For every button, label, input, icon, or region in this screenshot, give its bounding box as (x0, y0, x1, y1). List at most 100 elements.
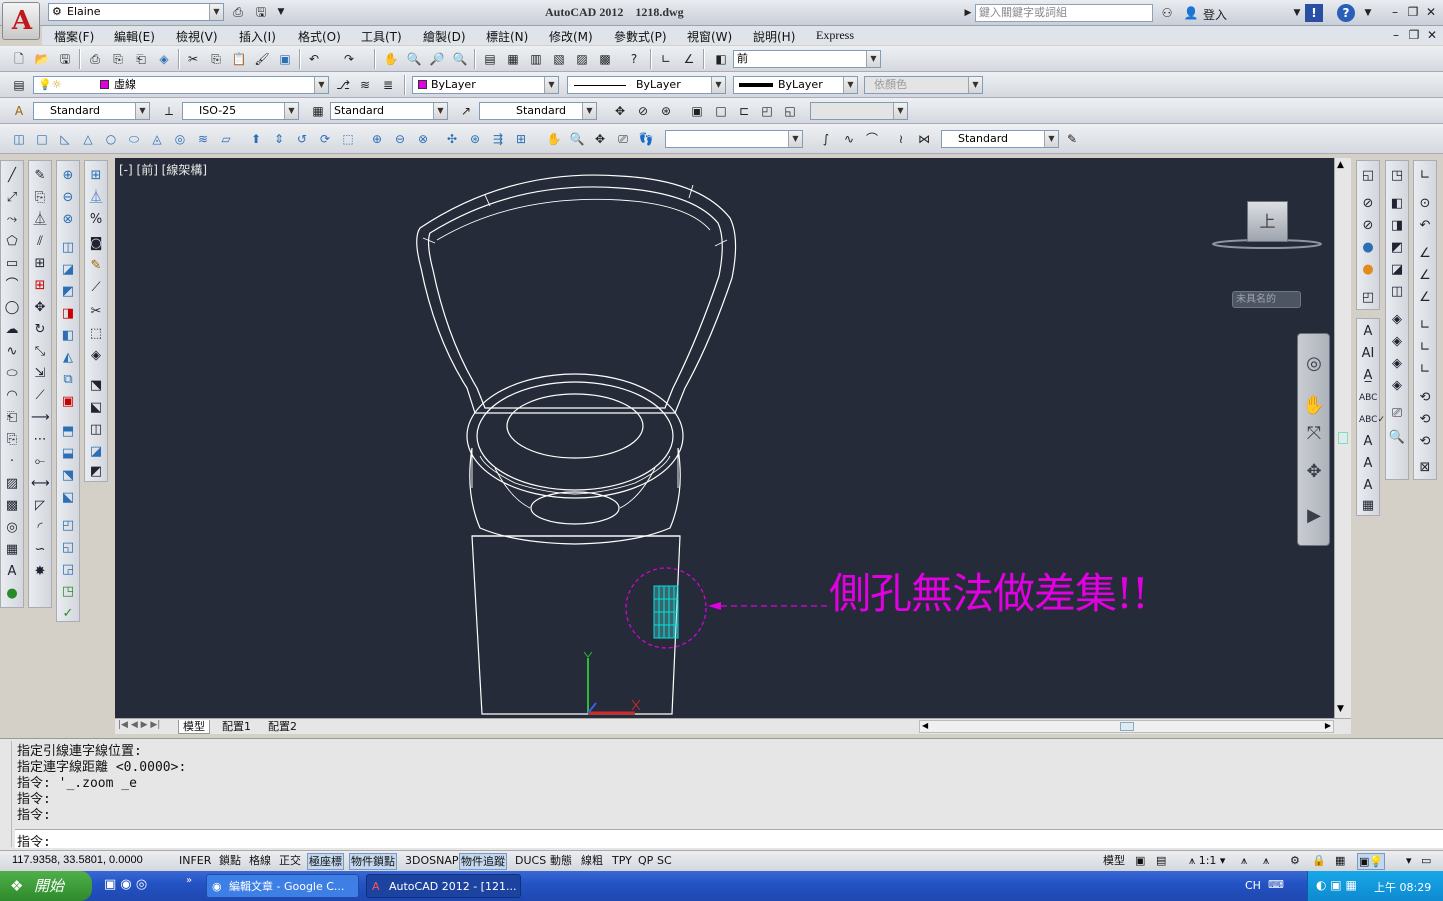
taper-faces-icon[interactable]: ◭ (59, 349, 77, 367)
toggle-snap[interactable]: 鎖點 (218, 853, 242, 870)
toggle-sc[interactable]: SC (656, 853, 673, 870)
extrude-icon[interactable]: ⬆ (247, 130, 265, 148)
solid-history-icon[interactable]: ⬚ (87, 325, 105, 343)
toggle-qp[interactable]: QP (637, 853, 654, 870)
language-indicator[interactable]: CH (1245, 879, 1261, 892)
walk-icon[interactable]: 👣 (637, 130, 655, 148)
extrude-faces-icon[interactable]: ◫ (59, 239, 77, 257)
explode-icon[interactable]: ✸ (31, 563, 49, 581)
copy-icon[interactable]: ⎘ (207, 50, 225, 68)
design-center-icon[interactable]: ▦ (504, 50, 522, 68)
coordinate-readout[interactable]: 117.9358, 33.5801, 0.0000 (12, 854, 143, 866)
subtract-icon[interactable]: ⊖ (391, 130, 409, 148)
cut-icon[interactable]: ✂ (184, 50, 202, 68)
search-input[interactable]: 鍵入關鍵字或詞組 (975, 4, 1153, 22)
toggle-infer[interactable]: INFER (178, 853, 212, 870)
rotate-faces-icon[interactable]: ◧ (59, 327, 77, 345)
make-block-icon[interactable]: ⎘ (3, 431, 21, 449)
3d-array-icon[interactable]: ⊞ (512, 130, 530, 148)
table-icon[interactable]: ▦ (3, 541, 21, 559)
pan-icon[interactable]: ✋ (1302, 394, 1326, 418)
orbit-icon[interactable]: ✥ (611, 102, 629, 120)
scroll-right-icon[interactable]: ▶ (1325, 721, 1331, 730)
break-at-point-icon[interactable]: ⋯ (31, 431, 49, 449)
undo-icon[interactable]: ↶ (305, 50, 323, 68)
surface-fillet-icon[interactable]: ◪ (87, 443, 105, 461)
view-front-icon[interactable]: ◪ (1388, 261, 1406, 279)
table-style-icon[interactable]: ▦ (309, 102, 327, 120)
solid-edit-icon[interactable]: ◳ (59, 583, 77, 601)
3d-print-icon[interactable]: ◈ (155, 50, 173, 68)
render-region-icon[interactable]: ◰ (1359, 289, 1377, 307)
make-current-icon[interactable]: ⎇ (334, 76, 352, 94)
continuous-orbit-icon[interactable]: ⊛ (657, 102, 675, 120)
ucs-previous-icon[interactable]: ↶ (1416, 217, 1434, 235)
clean-screen-icon[interactable]: ▭ (1420, 853, 1432, 870)
binoculars-icon[interactable]: ⚇ (1158, 4, 1176, 22)
view-sw-icon[interactable]: ◈ (1388, 311, 1406, 329)
free-orbit-icon[interactable]: ⊘ (634, 102, 652, 120)
view-nw-icon[interactable]: ◈ (1388, 377, 1406, 395)
menu-dimension[interactable]: 標註(N) (486, 28, 528, 45)
menu-parametric[interactable]: 參數式(P) (614, 28, 667, 45)
gradient-icon[interactable]: ▩ (3, 497, 21, 515)
menu-window[interactable]: 視窗(W) (687, 28, 732, 45)
layout-icon[interactable]: ▣ (1134, 853, 1146, 870)
block-editor-icon[interactable]: ▣ (276, 50, 294, 68)
hardware-acceleration-icon[interactable]: ▦ (1334, 853, 1346, 870)
ucs-zaxis-icon[interactable]: ∟ (1416, 339, 1434, 357)
offset-icon[interactable]: ⫽ (31, 233, 49, 251)
lock-icon[interactable]: 🔒 (1311, 853, 1327, 870)
blend-curves-icon[interactable]: ∽ (31, 541, 49, 559)
vertical-scrollbar[interactable]: ▲ ▼ (1334, 158, 1351, 718)
named-view-combo[interactable]: 前 ▼ (733, 50, 881, 68)
polyline-icon[interactable]: ⤳ (3, 211, 21, 229)
menu-help[interactable]: 說明(H) (753, 28, 795, 45)
menu-modify[interactable]: 修改(M) (549, 28, 593, 45)
print-icon[interactable]: ⎙ (229, 3, 247, 21)
view-back-icon[interactable]: ◫ (1388, 283, 1406, 301)
view-ne-icon[interactable]: ◈ (1388, 355, 1406, 373)
toggle-3dosnap[interactable]: 3DOSNAP (404, 853, 460, 870)
subtract-icon[interactable]: ⊖ (59, 189, 77, 207)
region-icon[interactable]: ◎ (3, 519, 21, 537)
thicken-icon[interactable]: ✎ (87, 257, 105, 275)
tab-layout1[interactable]: 配置1 (218, 720, 255, 734)
toggle-otrack[interactable]: 物件追蹤 (459, 853, 507, 870)
view-bottom-icon[interactable]: ◧ (1388, 195, 1406, 213)
shell-icon[interactable]: ◱ (59, 539, 77, 557)
task-autocad[interactable]: A AutoCAD 2012 - [121... (366, 874, 521, 898)
markup-icon[interactable]: ▨ (573, 50, 591, 68)
multiline-style-combo[interactable]: Standard ▼ (941, 130, 1059, 148)
doc-close-icon[interactable]: ✕ (1423, 26, 1441, 44)
ucs-origin-icon[interactable]: ∟ (1416, 317, 1434, 335)
sweep-icon[interactable]: ↺ (293, 130, 311, 148)
copy-object-icon[interactable]: ⎘ (31, 189, 49, 207)
pyramid-icon[interactable]: ◬ (148, 130, 166, 148)
help-icon[interactable]: ? (625, 50, 643, 68)
move-icon[interactable]: ✥ (31, 299, 49, 317)
drawing-viewport[interactable]: [-] [前] [線架構] 側孔無法做差集!! (115, 158, 1334, 718)
arc-icon[interactable]: ⌒ (3, 277, 21, 295)
scroll-thumb[interactable] (1120, 722, 1134, 731)
ucs-y-icon[interactable]: ⟲ (1416, 411, 1434, 429)
copy-faces-icon[interactable]: ⧉ (59, 371, 77, 389)
calculator-icon[interactable]: ▩ (596, 50, 614, 68)
union-icon[interactable]: ⊕ (368, 130, 386, 148)
revolve-icon[interactable]: ⟳ (316, 130, 334, 148)
single-viewport-icon[interactable]: □ (712, 102, 730, 120)
login-label[interactable]: 登入 (1203, 6, 1227, 23)
restore-icon[interactable]: ❐ (1404, 3, 1422, 21)
rotate-icon[interactable]: ↻ (31, 321, 49, 339)
redo-icon[interactable]: ↷ (340, 50, 358, 68)
text-style-icon[interactable]: A (10, 102, 28, 120)
viewport-icon[interactable]: ▣ (688, 102, 706, 120)
menu-format[interactable]: 格式(O) (298, 28, 341, 45)
clock[interactable]: 上午 08:29 (1374, 879, 1431, 895)
menu-file[interactable]: 檔案(F) (54, 28, 94, 45)
mleader-style-combo[interactable]: Standard ▼ (479, 102, 597, 120)
surface-patch-icon[interactable]: ⬕ (87, 399, 105, 417)
workspace-combo[interactable]: ⚙ Elaine ▼ (48, 3, 224, 21)
3d-align-icon[interactable]: ⇶ (489, 130, 507, 148)
layer-combo[interactable]: 💡☼ 虛線 ▼ (33, 76, 329, 94)
